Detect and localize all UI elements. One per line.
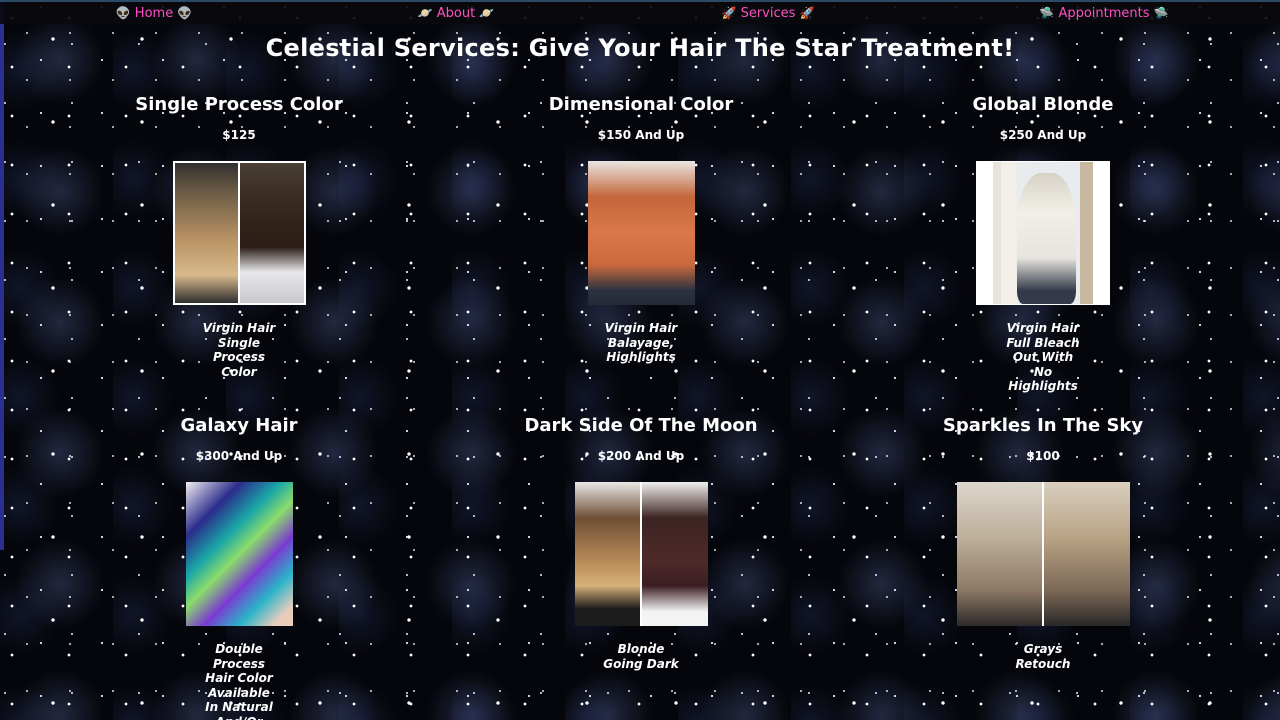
service-photo [587,161,695,305]
service-description: Double Process Hair Color Available In N… [205,642,273,720]
service-title: Global Blonde [972,94,1114,115]
alien-icon: 👽 [177,6,193,20]
service-photo [185,482,293,626]
service-title: Galaxy Hair [180,415,298,436]
page-title: Celestial Services: Give Your Hair The S… [265,34,1015,62]
ufo-icon: 🛸 [1153,6,1169,20]
service-price: $300 And Up [195,449,283,463]
ufo-icon: 🛸 [1039,6,1055,20]
alien-icon: 👽 [115,6,131,20]
rocket-icon: 🚀 [721,6,737,20]
window-edge [0,0,4,550]
nav-label-home: Home [134,6,174,21]
service-card-single-process-color: Single Process Color $125 Virgin Hair Si… [69,93,409,379]
service-photo [574,482,708,626]
service-description: Grays Retouch [1015,642,1071,671]
service-card-dimensional-color: Dimensional Color $150 And Up Virgin Hai… [471,93,811,365]
planet-icon: 🪐 [417,6,433,20]
service-title: Single Process Color [135,94,343,115]
service-price: $150 And Up [597,128,685,142]
service-price: $125 [222,128,256,142]
service-photo [976,161,1110,305]
service-description: Virgin Hair Balayage, Highlights [604,321,678,364]
service-photo [956,482,1130,626]
service-title: Dimensional Color [548,94,734,115]
service-card-galaxy-hair: Galaxy Hair $300 And Up Double Process H… [69,414,409,720]
service-description: Virgin Hair Single Process Color [202,321,276,379]
nav-label-about: About [436,6,476,21]
service-card-dark-side-of-the-moon: Dark Side Of The Moon $200 And Up Blonde… [471,414,811,671]
service-card-sparkles-in-the-sky: Sparkles In The Sky $100 Grays Retouch [873,414,1213,671]
planet-icon: 🪐 [479,6,495,20]
top-navbar: 👽 Home 👽 🪐 About 🪐 🚀 Services 🚀 🛸 Appoin… [0,0,1280,24]
service-price: $200 And Up [597,449,685,463]
service-price: $100 [1026,449,1060,463]
nav-link-home[interactable]: 👽 Home 👽 [116,4,193,24]
nav-link-appointments[interactable]: 🛸 Appointments 🛸 [1039,4,1168,24]
service-price: $250 And Up [999,128,1087,142]
service-description: Virgin Hair Full Bleach Out With No High… [1006,321,1080,393]
nav-link-services[interactable]: 🚀 Services 🚀 [721,4,814,24]
service-photo [172,161,306,305]
nav-link-about[interactable]: 🪐 About 🪐 [418,4,495,24]
service-description: Blonde Going Dark [603,642,679,671]
nav-label-services: Services [740,6,796,21]
service-title: Sparkles In The Sky [942,415,1144,436]
rocket-icon: 🚀 [799,6,815,20]
service-title: Dark Side Of The Moon [524,415,758,436]
nav-label-appointments: Appointments [1058,6,1150,21]
service-card-global-blonde: Global Blonde $250 And Up Virgin Hair Fu… [873,93,1213,394]
